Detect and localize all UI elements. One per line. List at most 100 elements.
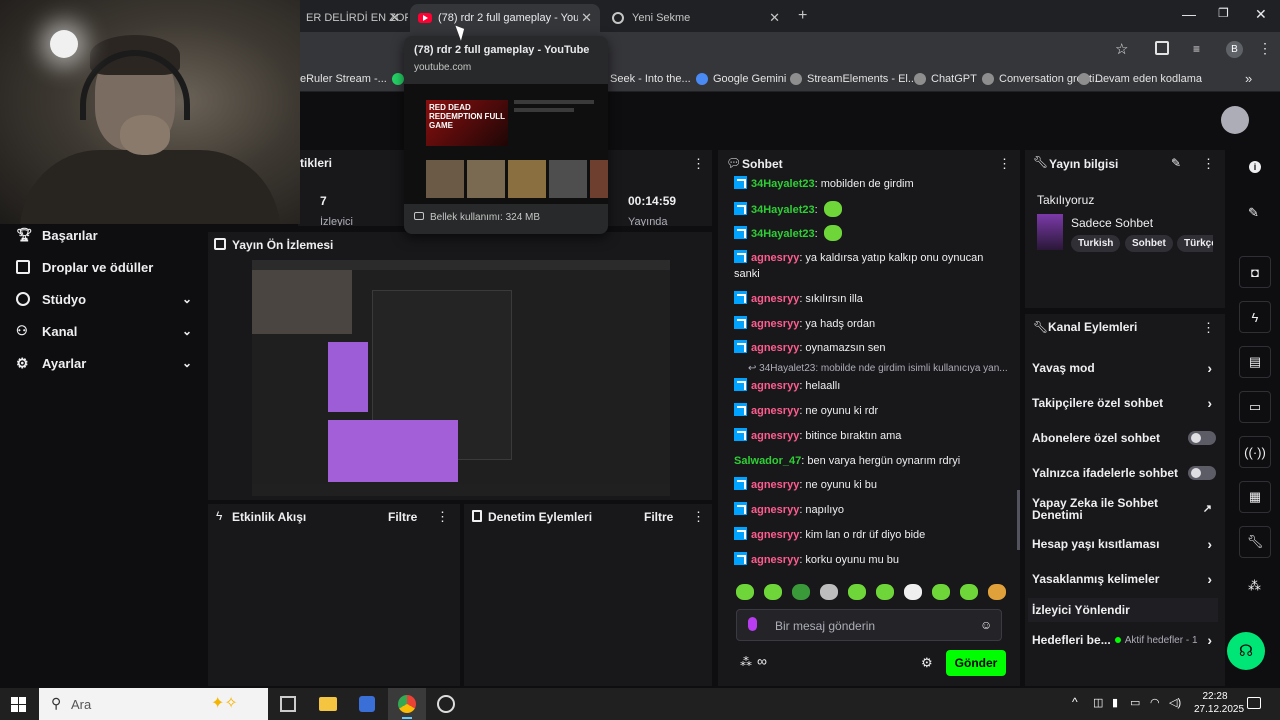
banned-words-row[interactable]: Yasaklanmış kelimeler ›	[1032, 571, 1216, 587]
vip-badge-icon[interactable]	[734, 378, 747, 391]
slow-mode-row[interactable]: Yavaş mod ›	[1032, 360, 1216, 376]
user-avatar[interactable]	[1221, 106, 1249, 134]
tag-chip[interactable]: Türkçe	[1177, 235, 1213, 252]
nav-studio[interactable]: Stüdyo ⌄	[16, 289, 192, 309]
minimize-icon[interactable]: —	[1182, 6, 1196, 22]
filter-button[interactable]: Filtre	[388, 510, 417, 524]
windows-start-icon[interactable]	[11, 697, 26, 712]
chat-username[interactable]: 34Hayalet23	[751, 204, 815, 216]
tab-1[interactable]: ER DELİRDİ EN ZOR ✕	[298, 4, 408, 32]
vip-badge-icon[interactable]	[734, 316, 747, 329]
followers-only-row[interactable]: Takipçilere özel sohbet ›	[1032, 395, 1216, 411]
microphone-tray-icon[interactable]: ▮	[1112, 696, 1118, 709]
emote-icon[interactable]	[736, 584, 754, 600]
account-age-row[interactable]: Hesap yaşı kısıtlaması ›	[1032, 536, 1216, 552]
vip-badge-icon[interactable]	[734, 226, 747, 239]
more-options-icon[interactable]: ⋮	[692, 156, 705, 172]
close-icon[interactable]: ✕	[389, 10, 400, 26]
star-icon[interactable]: ☆	[1115, 40, 1128, 58]
rail-chat-button[interactable]: ▭	[1239, 391, 1271, 423]
bookmark-item[interactable]: Seek - Into the...	[610, 73, 691, 85]
chat-settings-icon[interactable]: ⚙	[921, 655, 933, 671]
filter-button[interactable]: Filtre	[644, 510, 673, 524]
vip-badge-icon[interactable]	[734, 176, 747, 189]
chrome-menu-icon[interactable]: ⋮	[1258, 40, 1272, 57]
new-tab-button[interactable]: +	[798, 7, 807, 25]
bookmarks-overflow-icon[interactable]: »	[1245, 71, 1252, 86]
rail-flash-button[interactable]: ϟ	[1239, 301, 1271, 333]
battery-icon[interactable]: ▭	[1130, 696, 1140, 709]
chat-username[interactable]: agnesryy	[751, 293, 799, 305]
more-options-icon[interactable]: ⋮	[998, 156, 1011, 172]
emote-icon[interactable]	[792, 584, 810, 600]
vip-badge-icon[interactable]	[734, 502, 747, 515]
emote-icon[interactable]	[823, 225, 842, 241]
chat-username[interactable]: agnesryy	[751, 380, 799, 392]
bookmark-item[interactable]	[392, 73, 404, 85]
rail-tools-button[interactable]: 🔧︎	[1239, 526, 1271, 558]
ai-moderation-row[interactable]: Yapay Zeka ile Sohbet Denetimi ↗	[1032, 496, 1216, 522]
nav-achievements[interactable]: 🏆︎ Başarılar	[16, 225, 192, 245]
bookmark-item[interactable]: StreamElements - El...	[790, 73, 917, 85]
vip-badge-icon[interactable]	[734, 477, 747, 490]
tray-overflow-icon[interactable]: ^	[1072, 695, 1078, 709]
bits-icon[interactable]: ⁂	[740, 655, 752, 669]
bookmark-item[interactable]: Devam eden kodlama	[1078, 73, 1202, 85]
emote-icon[interactable]	[904, 584, 922, 600]
tab-3[interactable]: Yeni Sekme ✕	[604, 4, 788, 32]
more-options-icon[interactable]: ⋮	[436, 509, 449, 525]
emote-icon[interactable]	[764, 584, 782, 600]
emote-icon[interactable]	[932, 584, 950, 600]
chat-scrollbar[interactable]	[1017, 490, 1020, 550]
edit-icon[interactable]: ✎	[1171, 156, 1181, 170]
microphone-icon[interactable]	[748, 617, 757, 631]
volume-icon[interactable]: ◁)	[1169, 696, 1181, 709]
rail-layout-button[interactable]: ▦	[1239, 481, 1271, 513]
emoji-icon[interactable]: ☺	[980, 618, 992, 632]
vip-badge-icon[interactable]	[734, 291, 747, 304]
chat-username[interactable]: agnesryy	[751, 479, 799, 491]
nav-settings[interactable]: ⚙ Ayarlar ⌄	[16, 353, 192, 373]
taskbar-search[interactable]: ⚲ Ara ✦✧	[39, 688, 268, 720]
send-button[interactable]: Gönder	[946, 650, 1006, 676]
chat-username[interactable]: agnesryy	[751, 529, 799, 541]
wifi-icon[interactable]: ◠	[1150, 696, 1160, 709]
taskbar-clock[interactable]: 22:28 27.12.2025	[1194, 690, 1244, 716]
more-options-icon[interactable]: ⋮	[1202, 156, 1215, 172]
store-icon[interactable]	[359, 696, 375, 712]
goals-row[interactable]: Hedefleri be... Aktif hedefler - 1 ›	[1032, 632, 1216, 648]
vip-badge-icon[interactable]	[734, 250, 747, 263]
pencil-icon[interactable]: ✎	[1248, 205, 1259, 221]
chat-input[interactable]: Bir mesaj gönderin ☺	[736, 609, 1002, 641]
restore-icon[interactable]: ❐	[1218, 6, 1229, 20]
vip-badge-icon[interactable]	[734, 202, 747, 215]
emote-icon[interactable]	[876, 584, 894, 600]
preview-video[interactable]	[252, 260, 670, 496]
bookmark-item[interactable]: Google Gemini	[696, 73, 786, 85]
chat-username[interactable]: agnesryy	[751, 252, 799, 264]
chat-username[interactable]: agnesryy	[751, 430, 799, 442]
emote-only-toggle[interactable]	[1188, 466, 1216, 480]
chat-username[interactable]: agnesryy	[751, 405, 799, 417]
bookmark-item[interactable]: ChatGPT	[914, 73, 977, 85]
nav-channel[interactable]: ⚇ Kanal ⌄	[16, 321, 192, 341]
chat-username[interactable]: agnesryy	[751, 318, 799, 330]
obs-icon[interactable]	[437, 695, 455, 713]
vip-badge-icon[interactable]	[734, 340, 747, 353]
window-close-icon[interactable]: ✕	[1255, 6, 1267, 23]
emote-icon[interactable]	[823, 201, 842, 217]
more-options-icon[interactable]: ⋮	[692, 509, 705, 525]
taskbar-chrome-active[interactable]	[388, 688, 426, 720]
extensions-icon[interactable]	[1155, 41, 1169, 55]
more-options-icon[interactable]: ⋮	[1202, 320, 1215, 336]
chat-username[interactable]: 34Hayalet23	[751, 178, 815, 190]
emote-icon[interactable]	[988, 584, 1006, 600]
vip-badge-icon[interactable]	[734, 428, 747, 441]
tab-2-active[interactable]: (78) rdr 2 full gameplay - YouTu ✕	[410, 4, 600, 32]
tray-icon[interactable]: ◫	[1093, 696, 1103, 709]
chat-username[interactable]: Salwador_47	[734, 455, 801, 467]
close-icon[interactable]: ✕	[769, 10, 780, 26]
vip-badge-icon[interactable]	[734, 552, 747, 565]
profile-avatar[interactable]: B	[1226, 41, 1243, 58]
info-icon[interactable]: i	[1249, 161, 1261, 173]
